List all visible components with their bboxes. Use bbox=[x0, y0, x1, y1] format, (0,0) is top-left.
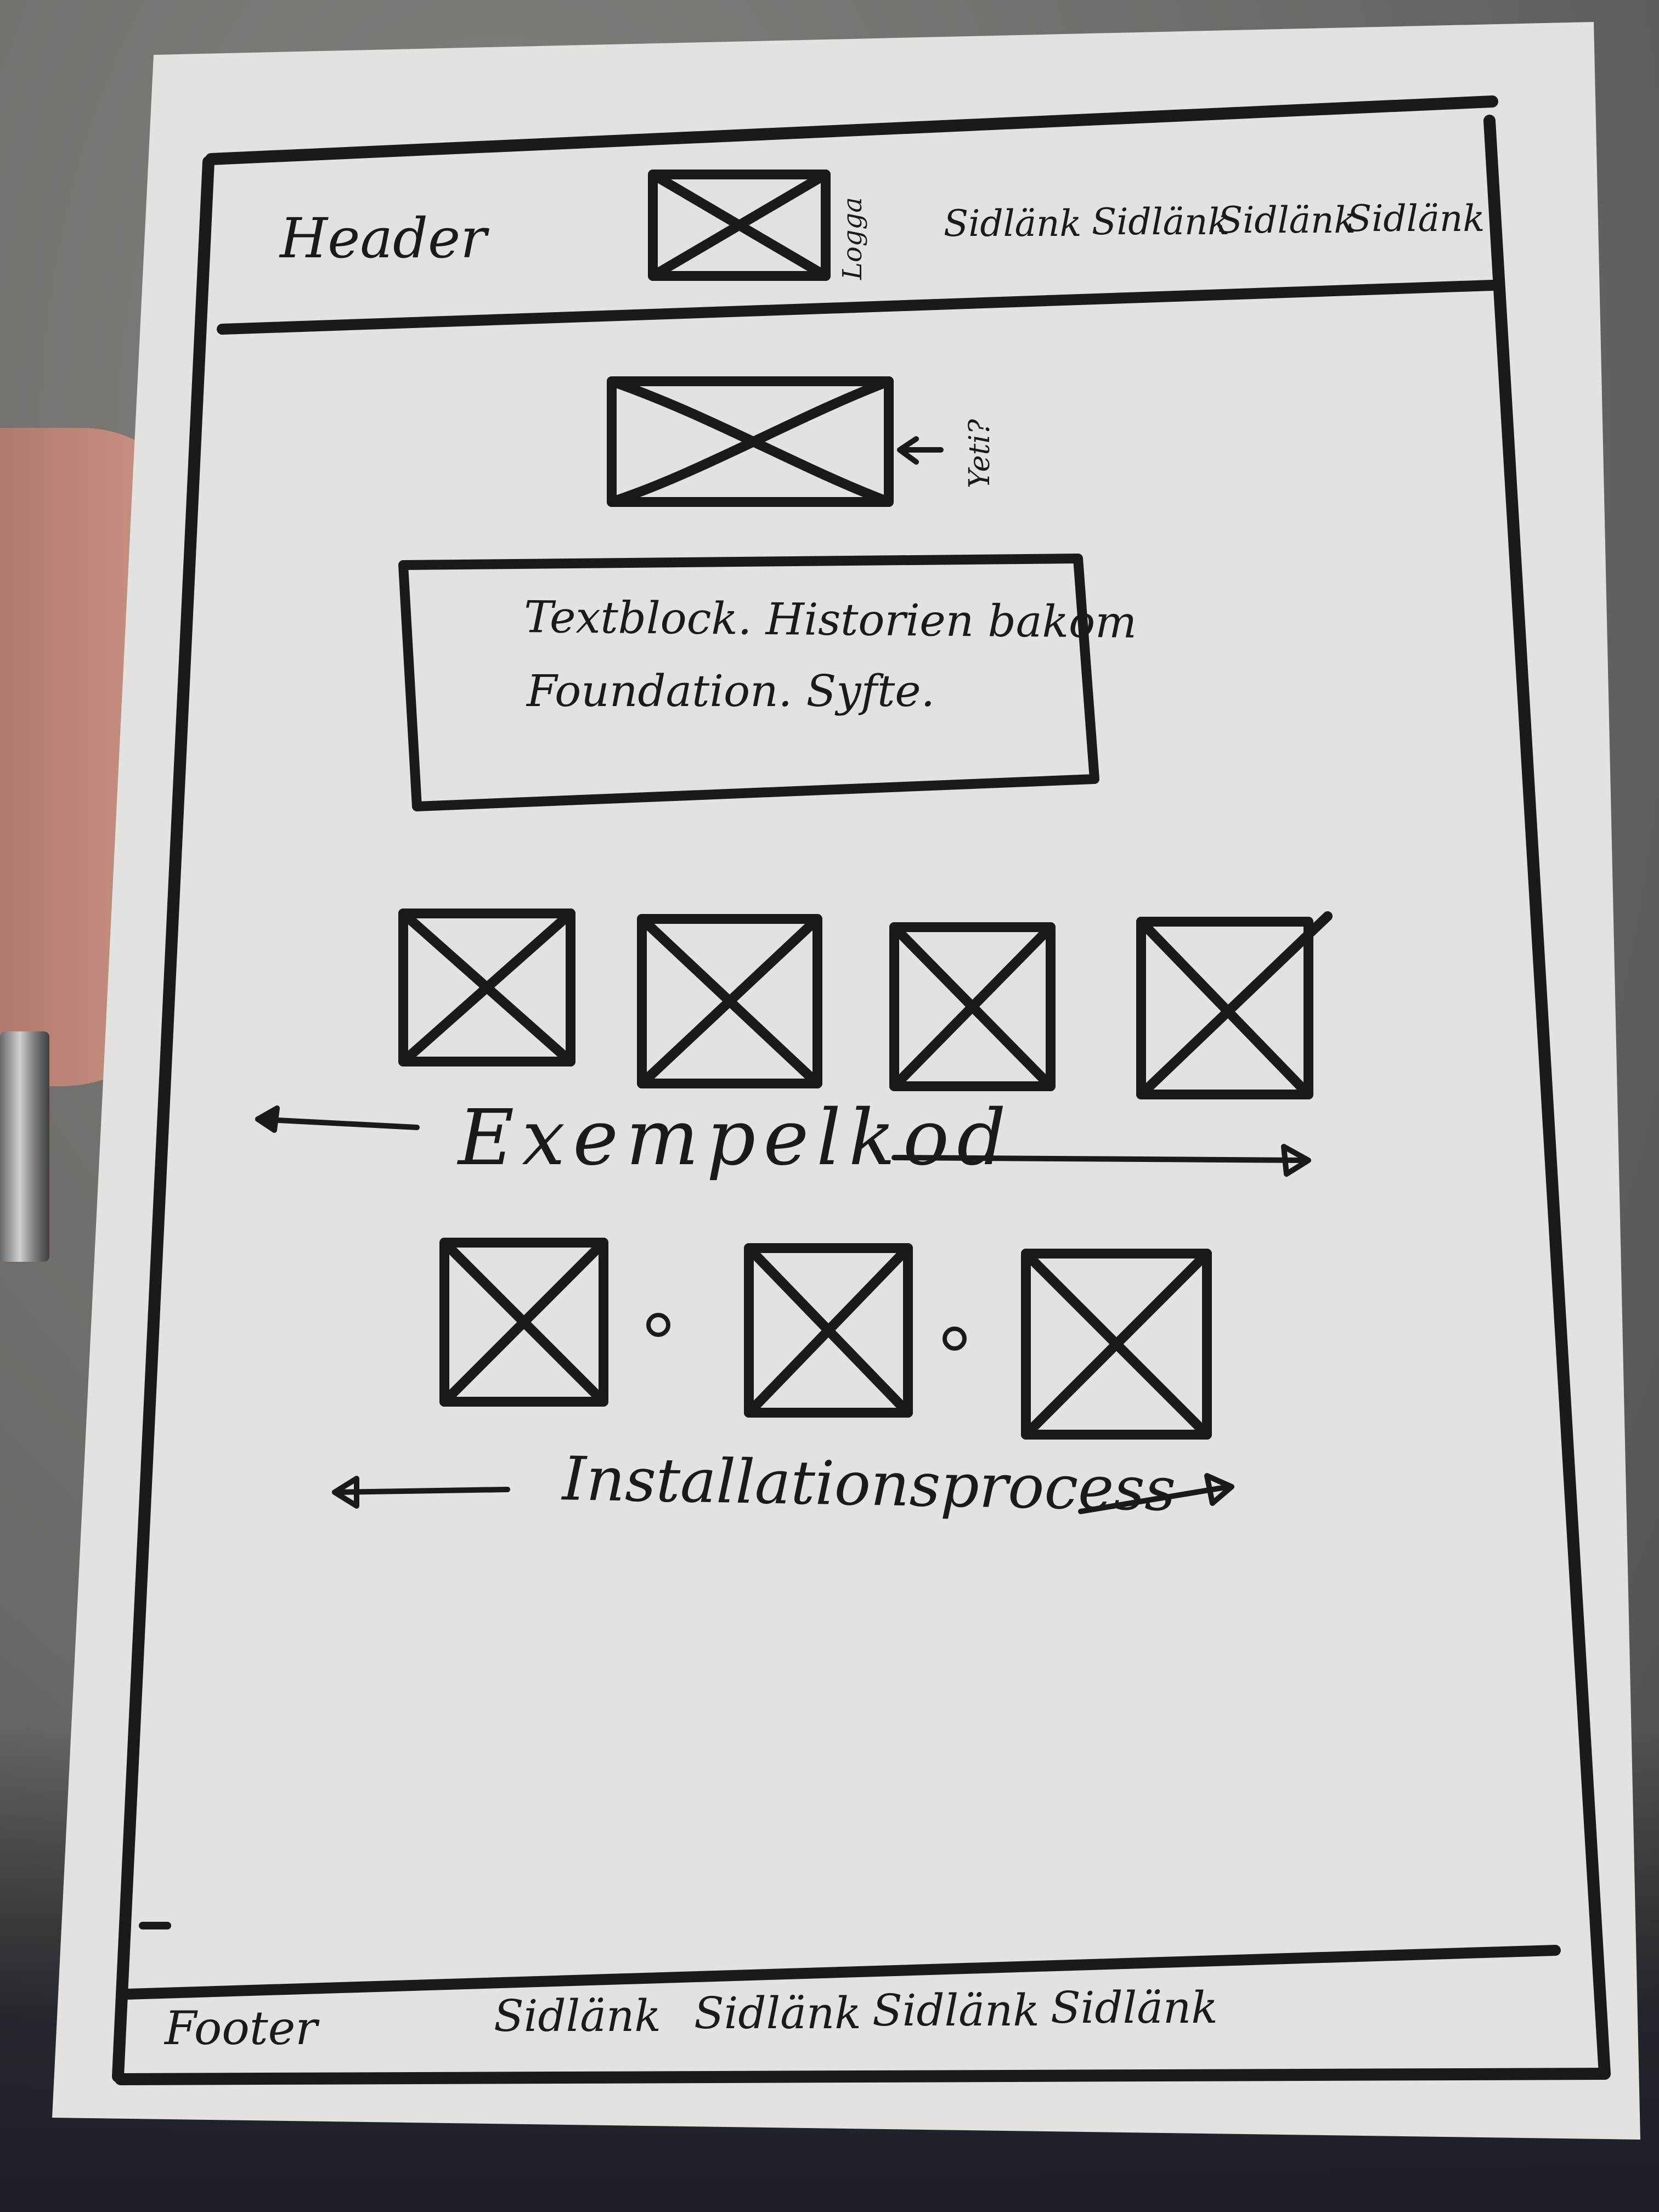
footer-label: Footer bbox=[165, 2001, 318, 2055]
logo-label: Logga bbox=[837, 197, 868, 280]
footer-nav-link[interactable]: Sidlänk bbox=[694, 1991, 861, 2035]
header-nav-link[interactable]: Sidlänk bbox=[1218, 202, 1356, 239]
textblock-line-2: Foundation. Syfte. bbox=[527, 665, 935, 716]
install-label: Installationsprocess bbox=[561, 1443, 1177, 1525]
examples-label: Exempelkod bbox=[458, 1093, 1014, 1183]
header-label: Header bbox=[280, 206, 487, 270]
footer-nav-link[interactable]: Sidlänk bbox=[872, 1989, 1040, 2033]
header-nav-link[interactable]: Sidlänk bbox=[944, 206, 1082, 242]
footer-nav-link[interactable]: Sidlänk bbox=[494, 1994, 661, 2038]
textblock-line-1: Textblock. Historien bakom bbox=[523, 591, 1137, 648]
header-nav-link[interactable]: Sidlänk bbox=[1347, 201, 1485, 237]
hero-image-note: Yeti? bbox=[963, 419, 996, 488]
paper-sheet bbox=[52, 22, 1640, 2140]
footer-nav-link[interactable]: Sidlänk bbox=[1051, 1986, 1218, 2030]
header-nav-link[interactable]: Sidlänk bbox=[1092, 204, 1230, 240]
